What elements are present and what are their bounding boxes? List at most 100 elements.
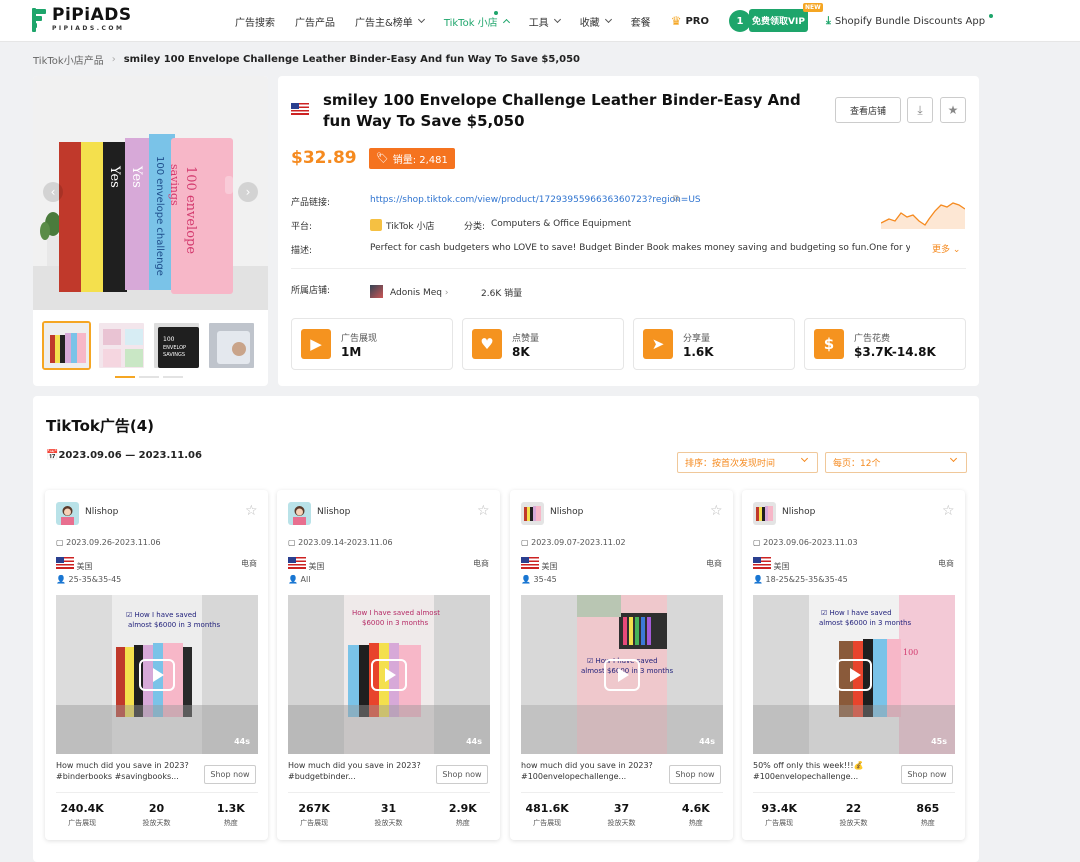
play-icon[interactable]: [836, 659, 872, 691]
crown-icon: ♛: [670, 14, 682, 28]
product-gallery: 100 envelope savings 100 envelope challe…: [33, 76, 268, 386]
logo-text: PiPiADS: [52, 5, 132, 25]
product-price: $32.89: [291, 148, 357, 168]
user-icon: 👤: [56, 575, 66, 584]
svg-text:almost $6000 in 3 months: almost $6000 in 3 months: [819, 619, 911, 627]
tiktok-ads-section: TikTok广告(4) 📅2023.09.06 — 2023.11.06 排序：…: [33, 396, 979, 862]
shopify-app-link[interactable]: ⤓ Shopify Bundle Discounts App: [826, 14, 994, 28]
favorite-button[interactable]: ★: [940, 97, 966, 123]
star-outline-icon[interactable]: ☆: [477, 503, 490, 519]
more-link[interactable]: 更多 ⌄: [932, 242, 960, 255]
star-outline-icon[interactable]: ☆: [245, 503, 258, 519]
stat-ad-spend: $ 广告花费 $3.7K-14.8K: [804, 318, 966, 370]
chevron-down-icon: [553, 15, 561, 24]
shop-now-button[interactable]: Shop now: [901, 765, 953, 784]
view-store-button[interactable]: 查看店铺: [835, 97, 901, 123]
play-icon[interactable]: [139, 659, 175, 691]
thumbnail[interactable]: [207, 321, 256, 370]
nav-tools[interactable]: 工具: [529, 14, 561, 29]
gallery-prev-button[interactable]: ‹: [43, 182, 63, 202]
platform-value: TikTok 小店: [370, 219, 434, 232]
advertiser-avatar: [288, 502, 311, 525]
video-thumbnail[interactable]: How I have saved almost $6000 in 3 months…: [288, 595, 490, 754]
ad-card[interactable]: Nlishop ☆ ▢ 2023.09.14-2023.11.06 美国 电商 …: [277, 490, 500, 840]
copy-icon[interactable]: ⧉: [673, 194, 679, 204]
ad-stats: 481.6K 广告展现 37 投放天数 4.6K 热度: [525, 802, 710, 827]
chevron-right-icon: ›: [444, 288, 449, 298]
ad-stats: 240.4K 广告展现 20 投放天数 1.3K 热度: [60, 802, 245, 827]
ad-card[interactable]: Nlishop ☆ ▢ 2023.09.26-2023.11.06 美国 电商 …: [45, 490, 268, 840]
svg-text:ENVELOP: ENVELOP: [163, 345, 186, 351]
pipiads-logo[interactable]: PiPiADS PIPIADS.COM: [32, 7, 132, 32]
product-title: smiley 100 Envelope Challenge Leather Bi…: [323, 91, 801, 130]
product-main-image[interactable]: 100 envelope savings 100 envelope challe…: [33, 76, 268, 310]
logo-mark-icon: [32, 7, 46, 32]
svg-text:100 envelope challenge: 100 envelope challenge: [154, 156, 165, 276]
us-flag-icon: [288, 557, 306, 569]
user-icon: 👤: [753, 575, 763, 584]
star-outline-icon[interactable]: ☆: [710, 503, 723, 519]
download-icon: ⤓: [826, 14, 831, 27]
play-icon[interactable]: [604, 659, 640, 691]
svg-text:SAVINGS: SAVINGS: [163, 352, 185, 358]
calendar-icon: ▢: [521, 538, 529, 547]
thumbnail-strip: 100 ENVELOP SAVINGS: [42, 321, 256, 370]
user-icon: 👤: [288, 575, 298, 584]
shop-now-button[interactable]: Shop now: [204, 765, 256, 784]
breadcrumb-parent[interactable]: TikTok小店产品: [33, 52, 104, 67]
link-label: 产品链接:: [291, 198, 331, 208]
date-range: 📅2023.09.06 — 2023.11.06: [46, 450, 202, 461]
video-thumbnail[interactable]: ☑ How I have saved almost $6000 in 3 mont…: [521, 595, 723, 754]
nav-ad-products[interactable]: 广告产品: [295, 14, 335, 29]
svg-text:Yes: Yes: [129, 165, 144, 188]
us-flag-icon: [753, 557, 771, 569]
ad-card[interactable]: Nlishop ☆ ▢ 2023.09.06-2023.11.03 美国 电商 …: [742, 490, 965, 840]
chevron-down-icon: [417, 15, 425, 24]
shop-now-button[interactable]: Shop now: [436, 765, 488, 784]
calendar-icon: 📅: [46, 450, 59, 461]
calendar-icon: ▢: [288, 538, 296, 547]
thumbnail[interactable]: [42, 321, 91, 370]
ad-stats: 267K 广告展现 31 投放天数 2.9K 热度: [298, 802, 477, 827]
product-link[interactable]: https://shop.tiktok.com/view/product/172…: [370, 195, 701, 205]
thumbnail[interactable]: [97, 321, 146, 370]
nav-tiktok-shop[interactable]: TikTok 小店: [444, 10, 510, 29]
video-thumbnail[interactable]: ☑ How I have saved almost $6000 in 3 mont…: [56, 595, 258, 754]
nav-advertisers[interactable]: 广告主&榜单: [355, 14, 425, 29]
pro-badge[interactable]: ♛ PRO: [671, 14, 709, 28]
svg-text:100: 100: [903, 648, 918, 657]
dollar-icon: $: [814, 329, 844, 359]
svg-text:savings: savings: [168, 164, 181, 206]
store-link[interactable]: Adonis Meq ›: [370, 285, 448, 298]
share-icon: ➤: [643, 329, 673, 359]
store-avatar: [370, 285, 383, 298]
play-icon: ▶: [301, 329, 331, 359]
sort-select[interactable]: 排序：按首次发现时间: [677, 452, 818, 473]
platform-label: 平台:: [291, 222, 313, 232]
calendar-icon: ▢: [56, 538, 64, 547]
play-icon[interactable]: [371, 659, 407, 691]
us-flag-icon: [521, 557, 539, 569]
nav-plans[interactable]: 套餐: [631, 14, 651, 29]
gallery-next-button[interactable]: ›: [238, 182, 258, 202]
download-button[interactable]: ⤓: [907, 97, 933, 123]
tag-icon: 🏷: [376, 153, 389, 164]
stat-impressions: ▶ 广告展现 1M: [291, 318, 453, 370]
svg-text:100 envelope: 100 envelope: [183, 166, 198, 254]
free-vip-button[interactable]: 免费领取VIP: [749, 9, 808, 32]
user-avatar: 1: [728, 10, 751, 32]
section-title: TikTok广告(4): [46, 417, 155, 435]
description-label: 描述:: [291, 246, 313, 256]
us-flag-icon: [56, 557, 74, 569]
star-outline-icon[interactable]: ☆: [942, 503, 955, 519]
svg-text:How I have saved almost: How I have saved almost: [352, 609, 440, 617]
per-page-select[interactable]: 每页：12个: [825, 452, 967, 473]
nav-ad-search[interactable]: 广告搜索: [235, 14, 275, 29]
nav-favorites[interactable]: 收藏: [580, 14, 612, 29]
ad-card[interactable]: Nlishop ☆ ▢ 2023.09.07-2023.11.02 美国 电商 …: [510, 490, 733, 840]
video-thumbnail[interactable]: ☑ How I have saved almost $6000 in 3 mont…: [753, 595, 955, 754]
tiktok-shop-icon: [370, 219, 382, 231]
shop-now-button[interactable]: Shop now: [669, 765, 721, 784]
thumbnail[interactable]: 100 ENVELOP SAVINGS: [152, 321, 201, 370]
breadcrumb-current: smiley 100 Envelope Challenge Leather Bi…: [123, 54, 580, 65]
